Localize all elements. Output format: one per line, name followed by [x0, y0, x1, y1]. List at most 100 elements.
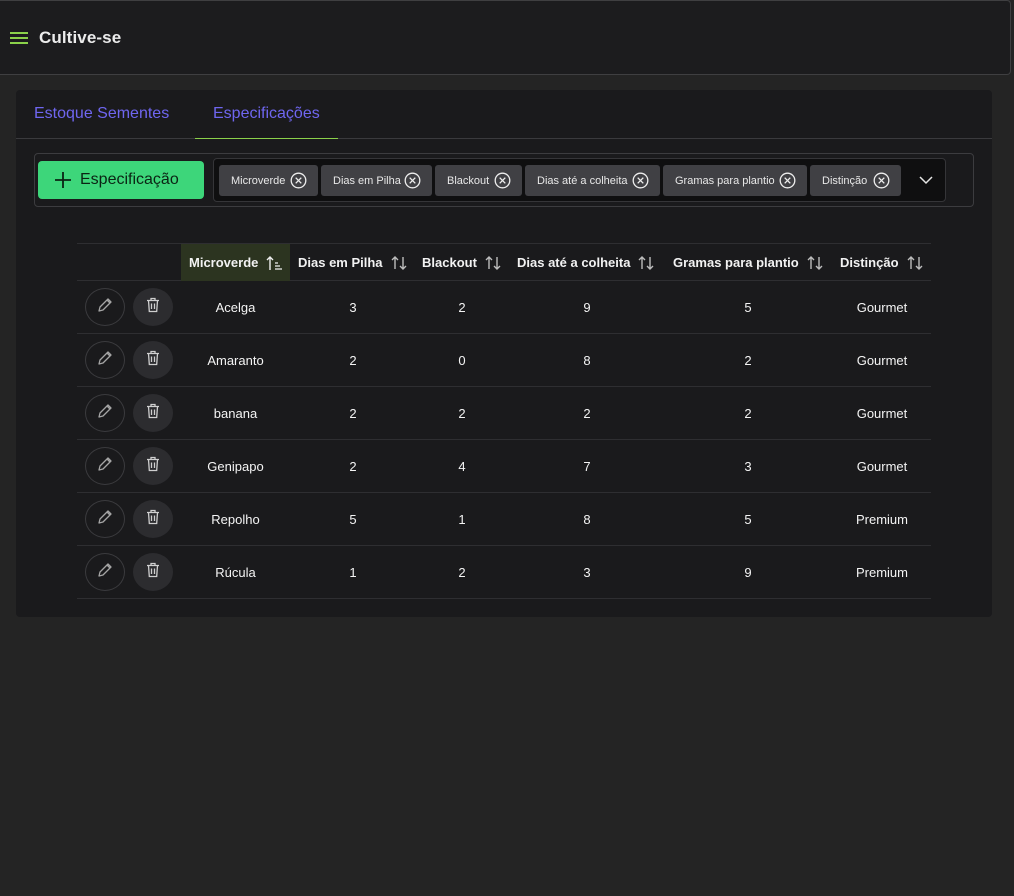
column-header-dias-em-pilha[interactable]: Dias em Pilha [298, 244, 416, 281]
chip-microverde[interactable]: Microverde [219, 165, 318, 196]
column-header-microverde[interactable]: Microverde [181, 244, 290, 281]
add-especificacao-button[interactable]: Especificação [38, 161, 204, 199]
app-bar: Cultive-se [0, 0, 1011, 75]
remove-chip-icon[interactable] [779, 172, 796, 189]
cell-gramas-para-plantio: 2 [744, 405, 752, 421]
column-header-distincao[interactable]: Distinção [840, 244, 930, 281]
chip-label: Microverde [231, 174, 286, 187]
cell-dias-ate-a-colheita: 7 [583, 458, 591, 474]
chip-label: Dias até a colheita [537, 174, 628, 187]
trash-icon [144, 296, 162, 319]
cell-gramas-para-plantio: 3 [744, 458, 752, 474]
delete-button[interactable] [133, 341, 173, 379]
remove-chip-icon[interactable] [873, 172, 890, 189]
trash-icon [144, 455, 162, 478]
chip-dias-em-pilha[interactable]: Dias em Pilha [321, 165, 432, 196]
cell-dias-em-pilha: 2 [349, 458, 357, 474]
trash-icon [144, 349, 162, 372]
cell-dias-em-pilha: 2 [349, 352, 357, 368]
add-button-label: Especificação [80, 171, 179, 188]
cell-distincao: Gourmet [856, 405, 908, 421]
pencil-icon [96, 561, 114, 584]
trash-icon [144, 508, 162, 531]
tab-especificacoes[interactable]: Especificações [195, 90, 338, 139]
delete-button[interactable] [133, 288, 173, 326]
table-row: banana 2 2 2 2 Gourmet [77, 387, 931, 440]
cell-microverde: Acelga [215, 299, 256, 315]
chip-distincao[interactable]: Distinção [810, 165, 901, 196]
column-header-label: Dias em Pilha [298, 255, 383, 270]
chip-label: Distinção [822, 174, 868, 187]
chip-label: Dias em Pilha [333, 174, 401, 187]
cell-microverde: Rúcula [215, 564, 256, 580]
table-row: Amaranto 2 0 8 2 Gourmet [77, 334, 931, 387]
sort-icon [906, 254, 924, 272]
plus-icon [54, 171, 72, 194]
cell-dias-ate-a-colheita: 2 [583, 405, 591, 421]
sort-icon [484, 254, 502, 272]
column-header-gramas-para-plantio[interactable]: Gramas para plantio [673, 244, 833, 281]
column-header-blackout[interactable]: Blackout [422, 244, 512, 281]
column-filter-chips: Microverde Dias em Pilha Blackout Dias a… [213, 158, 946, 202]
remove-chip-icon[interactable] [632, 172, 649, 189]
cell-dias-em-pilha: 5 [349, 511, 357, 527]
table-body: Acelga 3 2 9 5 Gourmet Amaranto 2 0 8 2 … [77, 281, 931, 599]
edit-button[interactable] [85, 394, 125, 432]
cell-microverde: Genipapo [207, 458, 264, 474]
edit-button[interactable] [85, 447, 125, 485]
edit-button[interactable] [85, 553, 125, 591]
chip-dias-ate-a-colheita[interactable]: Dias até a colheita [525, 165, 660, 196]
cell-dias-ate-a-colheita: 8 [583, 511, 591, 527]
cell-microverde: Repolho [211, 511, 260, 527]
delete-button[interactable] [133, 394, 173, 432]
pencil-icon [96, 296, 114, 319]
edit-button[interactable] [85, 288, 125, 326]
main-panel: Estoque Sementes Especificações Especifi… [16, 90, 992, 617]
chip-blackout[interactable]: Blackout [435, 165, 522, 196]
cell-microverde: banana [213, 405, 258, 421]
trash-icon [144, 561, 162, 584]
column-header-dias-ate-a-colheita[interactable]: Dias até a colheita [517, 244, 667, 281]
pencil-icon [96, 349, 114, 372]
chevron-down-icon[interactable] [918, 172, 934, 188]
column-header-label: Distinção [840, 255, 899, 270]
especificacoes-table: Microverde Dias em Pilha Blackout Dias a… [77, 243, 931, 599]
chip-label: Blackout [447, 174, 490, 187]
pencil-icon [96, 455, 114, 478]
cell-distincao: Premium [855, 511, 908, 527]
cell-dias-ate-a-colheita: 8 [583, 352, 591, 368]
column-header-label: Dias até a colheita [517, 255, 631, 270]
cell-dias-em-pilha: 3 [349, 299, 357, 315]
cell-gramas-para-plantio: 9 [744, 564, 752, 580]
cell-blackout: 2 [458, 405, 466, 421]
table-row: Genipapo 2 4 7 3 Gourmet [77, 440, 931, 493]
cell-dias-em-pilha: 2 [349, 405, 357, 421]
remove-chip-icon[interactable] [494, 172, 511, 189]
cell-distincao: Premium [855, 564, 908, 580]
column-header-label: Gramas para plantio [673, 255, 799, 270]
sort-icon [390, 254, 408, 272]
tab-estoque-sementes[interactable]: Estoque Sementes [16, 90, 187, 138]
table-row: Acelga 3 2 9 5 Gourmet [77, 281, 931, 334]
cell-microverde: Amaranto [207, 352, 264, 368]
cell-dias-em-pilha: 1 [349, 564, 357, 580]
edit-button[interactable] [85, 500, 125, 538]
pencil-icon [96, 508, 114, 531]
cell-dias-ate-a-colheita: 9 [583, 299, 591, 315]
app-title: Cultive-se [39, 28, 122, 47]
menu-icon[interactable] [10, 30, 28, 46]
cell-dias-ate-a-colheita: 3 [583, 564, 591, 580]
pencil-icon [96, 402, 114, 425]
chip-label: Gramas para plantio [675, 174, 775, 187]
chip-gramas-para-plantio[interactable]: Gramas para plantio [663, 165, 807, 196]
toolbar: Especificação Microverde Dias em Pilha B… [34, 153, 974, 207]
table-row: Repolho 5 1 8 5 Premium [77, 493, 931, 546]
delete-button[interactable] [133, 447, 173, 485]
cell-blackout: 0 [458, 352, 466, 368]
edit-button[interactable] [85, 341, 125, 379]
remove-chip-icon[interactable] [404, 172, 421, 189]
remove-chip-icon[interactable] [290, 172, 307, 189]
delete-button[interactable] [133, 500, 173, 538]
delete-button[interactable] [133, 553, 173, 591]
cell-distincao: Gourmet [856, 352, 908, 368]
